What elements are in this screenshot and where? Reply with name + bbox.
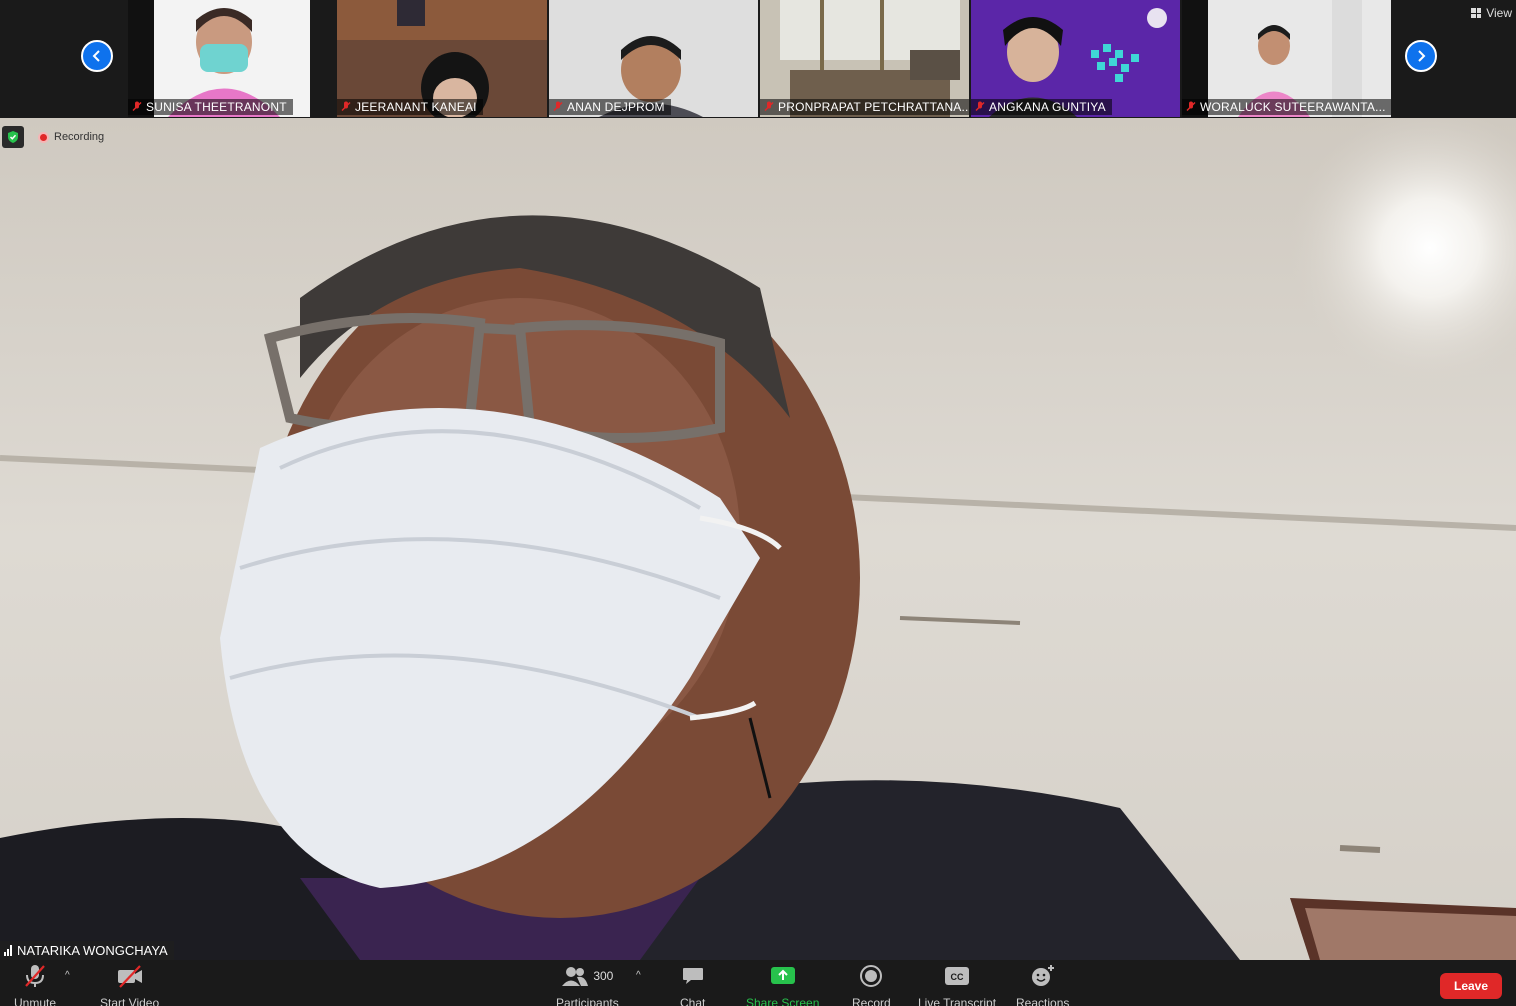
mic-muted-icon [764, 101, 774, 111]
unmute-button[interactable]: Unmute [14, 962, 56, 1006]
share-screen-label: Share Screen [746, 996, 820, 1006]
security-shield-icon[interactable] [2, 126, 24, 148]
active-speaker-name: NATARIKA WONGCHAYA [17, 943, 168, 958]
live-transcript-label: Live Transcript [918, 996, 997, 1006]
participant-name: SUNISA THEETRANONT [146, 100, 287, 114]
chevron-left-icon [92, 50, 100, 62]
chat-button[interactable]: Chat [680, 962, 705, 1006]
participant-count: 300 [593, 969, 614, 983]
mic-muted-icon [132, 101, 142, 111]
record-label: Record [852, 996, 891, 1006]
mic-muted-icon [341, 101, 351, 111]
view-button[interactable]: View [1471, 6, 1512, 20]
audio-options-caret[interactable]: ^ [65, 970, 70, 981]
participant-name: ANAN DEJPROM [567, 100, 665, 114]
filmstrip-next-button[interactable] [1405, 40, 1437, 72]
speaker-video-frame [0, 118, 1516, 960]
reactions-icon [1031, 965, 1054, 986]
reactions-button[interactable]: Reactions [1016, 962, 1069, 1006]
record-icon [860, 965, 883, 987]
participant-tile-1[interactable]: SUNISA THEETRANONT [128, 0, 310, 117]
participant-name: JEERANANT KANEAI [355, 100, 477, 114]
recording-dot-icon [38, 131, 49, 143]
participant-name: WORALUCK SUTEERAWANTA... [1200, 100, 1386, 114]
recording-indicator[interactable]: Recording [38, 131, 104, 143]
share-screen-icon [770, 967, 795, 984]
participant-name: ANGKANA GUNTIYA [989, 100, 1106, 114]
participant-tile-3[interactable]: ANAN DEJPROM [549, 0, 758, 117]
participants-button[interactable]: 300 Participants [556, 962, 619, 1006]
mic-muted-icon [1186, 101, 1196, 111]
unmute-label: Unmute [14, 996, 57, 1006]
leave-button[interactable]: Leave [1440, 973, 1502, 999]
view-label: View [1486, 6, 1512, 20]
cc-text: CC [951, 972, 964, 982]
participants-icon [562, 967, 589, 986]
participant-tile-5[interactable]: ANGKANA GUNTIYA [971, 0, 1180, 117]
participant-filmstrip: SUNISA THEETRANONT JEERANANT KANEAI ANAN… [0, 0, 1516, 118]
participant-tile-2[interactable]: JEERANANT KANEAI [337, 0, 547, 117]
chat-label: Chat [680, 996, 706, 1006]
active-speaker-name-tag: NATARIKA WONGCHAYA [0, 941, 174, 960]
participant-name: PRONPRAPAT PETCHRATTANA... [778, 100, 969, 114]
active-speaker-video: Recording NATARIKA WONGCHAYA [0, 118, 1516, 960]
share-screen-button[interactable]: Share Screen [746, 962, 819, 1006]
chat-icon [682, 968, 703, 984]
closed-caption-icon: CC [945, 967, 970, 985]
record-button[interactable]: Record [852, 962, 891, 1006]
start-video-button[interactable]: Start Video [100, 962, 159, 1006]
participants-label: Participants [556, 996, 619, 1006]
participants-options-caret[interactable]: ^ [636, 970, 641, 981]
video-off-icon [117, 965, 142, 988]
reactions-label: Reactions [1016, 996, 1070, 1006]
audio-level-icon [4, 945, 12, 956]
filmstrip-prev-button[interactable] [81, 40, 113, 72]
recording-label: Recording [54, 131, 105, 143]
participant-tile-6[interactable]: WORALUCK SUTEERAWANTA... [1182, 0, 1391, 117]
grid-view-icon [1471, 8, 1482, 18]
mic-muted-icon [975, 101, 985, 111]
live-transcript-button[interactable]: CC Live Transcript [918, 962, 996, 1006]
participant-tile-4[interactable]: PRONPRAPAT PETCHRATTANA... [760, 0, 969, 117]
meeting-toolbar: Unmute ^ Start Video 300 Participants ^ [0, 960, 1516, 1006]
mic-muted-icon [553, 101, 563, 111]
chevron-right-icon [1418, 50, 1426, 62]
start-video-label: Start Video [100, 996, 160, 1006]
mic-muted-icon [25, 965, 45, 987]
